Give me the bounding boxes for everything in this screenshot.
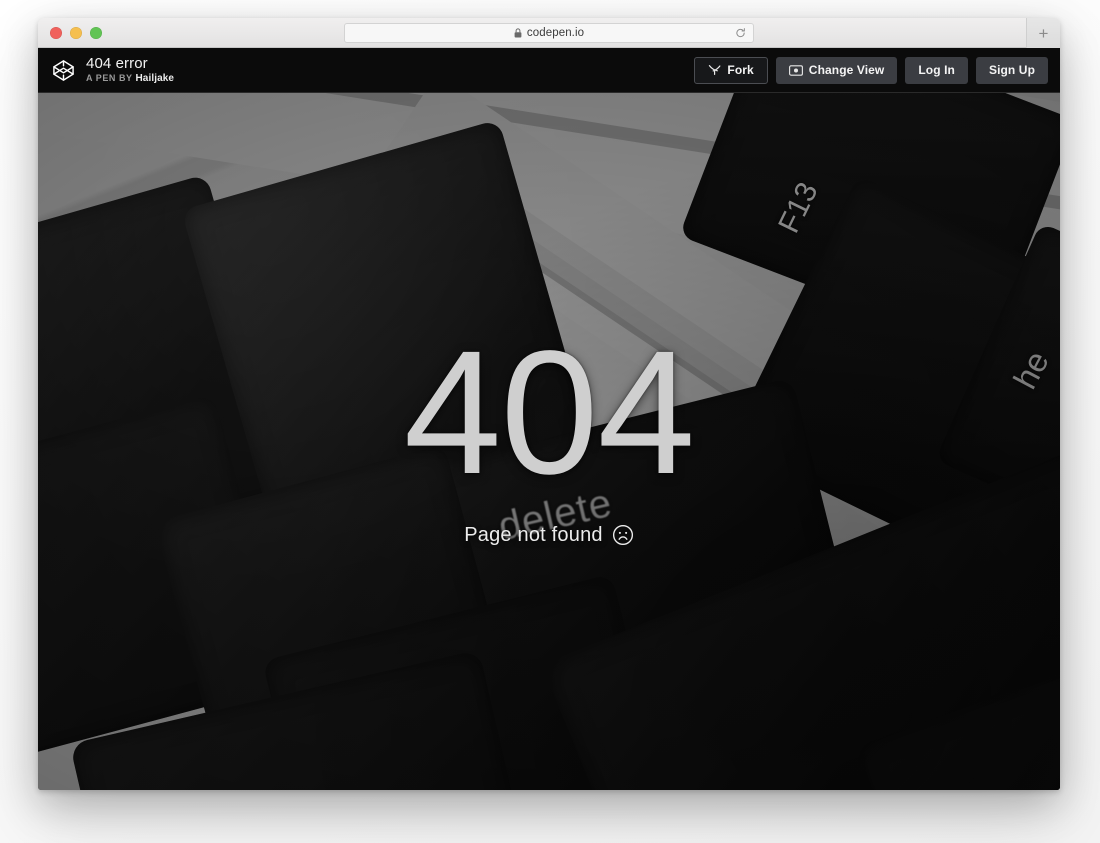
codepen-logo-icon[interactable]: [52, 59, 75, 82]
sign-up-button[interactable]: Sign Up: [975, 56, 1048, 84]
sign-up-button-label: Sign Up: [988, 63, 1035, 77]
pen-titles: 404 error A PEN BY Hailjake: [86, 56, 174, 84]
pen-content: F11 F12 F13 he delete \ ¥ | ▤ \ ⌐: [38, 93, 1060, 790]
zoom-window-button[interactable]: [90, 26, 102, 39]
error-overlay: 404 Page not found: [38, 93, 1060, 790]
error-code: 404: [403, 315, 696, 512]
browser-window: codepen.io + 404 error A PEN BY Hailjake…: [38, 18, 1060, 790]
pen-author[interactable]: Hailjake: [135, 73, 174, 84]
window-controls: [50, 26, 116, 39]
pen-actions: Fork Change View Log In Sign Up: [694, 56, 1048, 84]
change-view-icon: [788, 64, 803, 76]
minimize-window-button[interactable]: [70, 26, 82, 39]
change-view-button[interactable]: Change View: [775, 56, 898, 84]
fork-icon: [708, 64, 721, 76]
frowning-face-icon: [612, 524, 634, 546]
change-view-button-label: Change View: [808, 63, 885, 77]
browser-toolbar: codepen.io +: [38, 18, 1060, 48]
pen-byline-prefix: A PEN BY: [86, 72, 133, 83]
page-title: 404 error: [86, 54, 148, 72]
address-bar-url: codepen.io: [526, 26, 585, 39]
log-in-button[interactable]: Log In: [905, 56, 968, 84]
lock-icon: [514, 27, 522, 38]
pen-byline: A PEN BY Hailjake: [86, 72, 174, 85]
pen-brand[interactable]: 404 error A PEN BY Hailjake: [52, 56, 174, 84]
error-message-text: Page not found: [464, 523, 603, 546]
address-bar[interactable]: codepen.io: [344, 22, 754, 43]
new-tab-button[interactable]: +: [1026, 18, 1060, 48]
fork-button[interactable]: Fork: [694, 56, 768, 84]
reload-icon[interactable]: [735, 27, 746, 38]
pen-header: 404 error A PEN BY Hailjake Fork Change …: [38, 48, 1060, 93]
error-message: Page not found: [464, 524, 633, 547]
new-tab-label: +: [1038, 23, 1049, 43]
fork-button-label: Fork: [727, 63, 754, 77]
close-window-button[interactable]: [50, 26, 62, 39]
log-in-button-label: Log In: [918, 63, 955, 77]
